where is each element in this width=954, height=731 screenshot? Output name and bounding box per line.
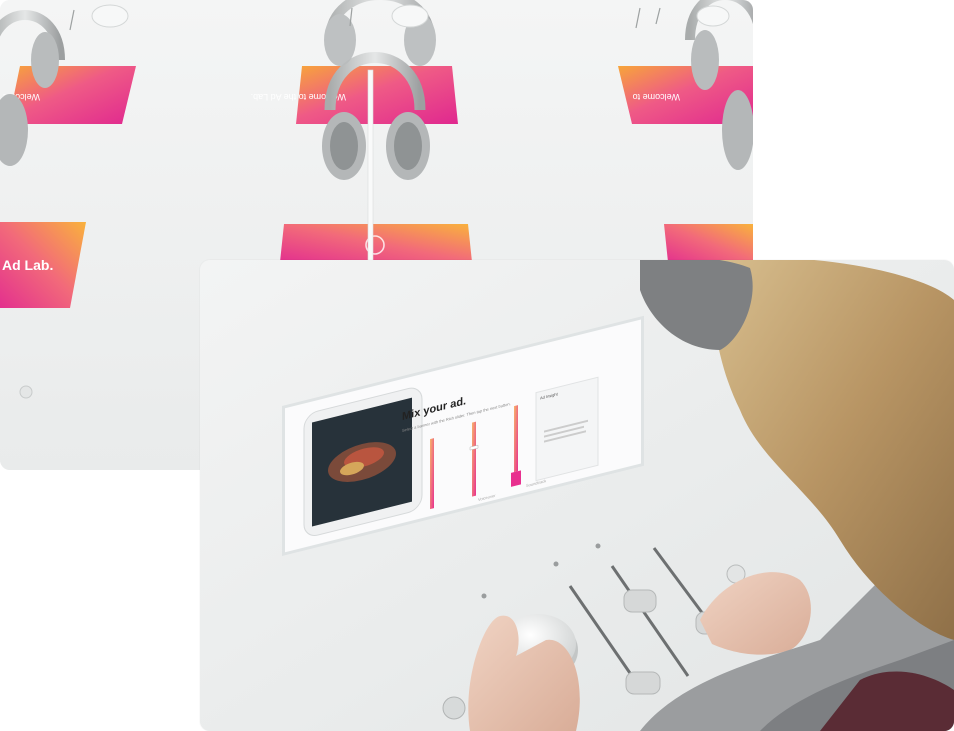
small-button[interactable] [442, 696, 466, 720]
screen-text: Ad Lab. [2, 257, 53, 273]
display-screen-5 [280, 224, 472, 262]
ad-lab-mixing-station-photo: Mix your ad. Select a banner with the Ri… [200, 260, 954, 731]
ad-insight-panel: Ad Insight [535, 376, 599, 482]
screen-text: Welcome to [633, 92, 680, 102]
mixing-station-scene: Mix your ad. Select a banner with the Ri… [200, 260, 954, 731]
display-screen-6 [664, 224, 753, 262]
